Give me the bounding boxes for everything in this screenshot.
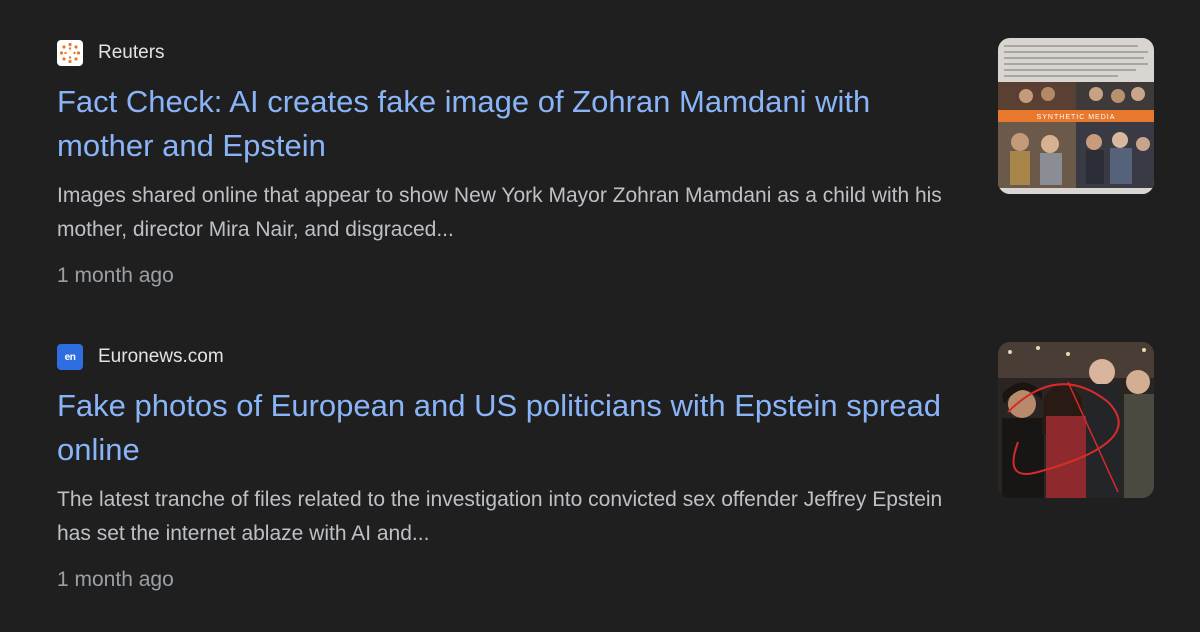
thumbnail-banner-text: SYNTHETIC MEDIA — [1037, 114, 1116, 121]
source-row[interactable]: en Euronews.com — [57, 344, 224, 370]
result-timestamp: 1 month ago — [57, 568, 174, 591]
source-name[interactable]: Reuters — [98, 42, 165, 64]
news-result: Reuters Fact Check: AI creates fake imag… — [57, 36, 1154, 296]
result-title-link[interactable]: Fact Check: AI creates fake image of Zoh… — [57, 80, 957, 168]
source-row[interactable]: Reuters — [57, 40, 165, 66]
reuters-logo-icon — [57, 40, 83, 66]
result-thumbnail[interactable]: SYNTHETIC MEDIA — [998, 38, 1154, 194]
news-result: en Euronews.com Fake photos of European … — [57, 340, 1154, 600]
result-snippet: The latest tranche of files related to t… — [57, 488, 943, 545]
result-title-link[interactable]: Fake photos of European and US politicia… — [57, 384, 957, 472]
result-snippet: Images shared online that appear to show… — [57, 184, 942, 241]
euronews-logo-icon: en — [57, 344, 83, 370]
result-thumbnail[interactable] — [998, 342, 1154, 498]
source-name[interactable]: Euronews.com — [98, 346, 224, 368]
result-timestamp: 1 month ago — [57, 264, 174, 287]
